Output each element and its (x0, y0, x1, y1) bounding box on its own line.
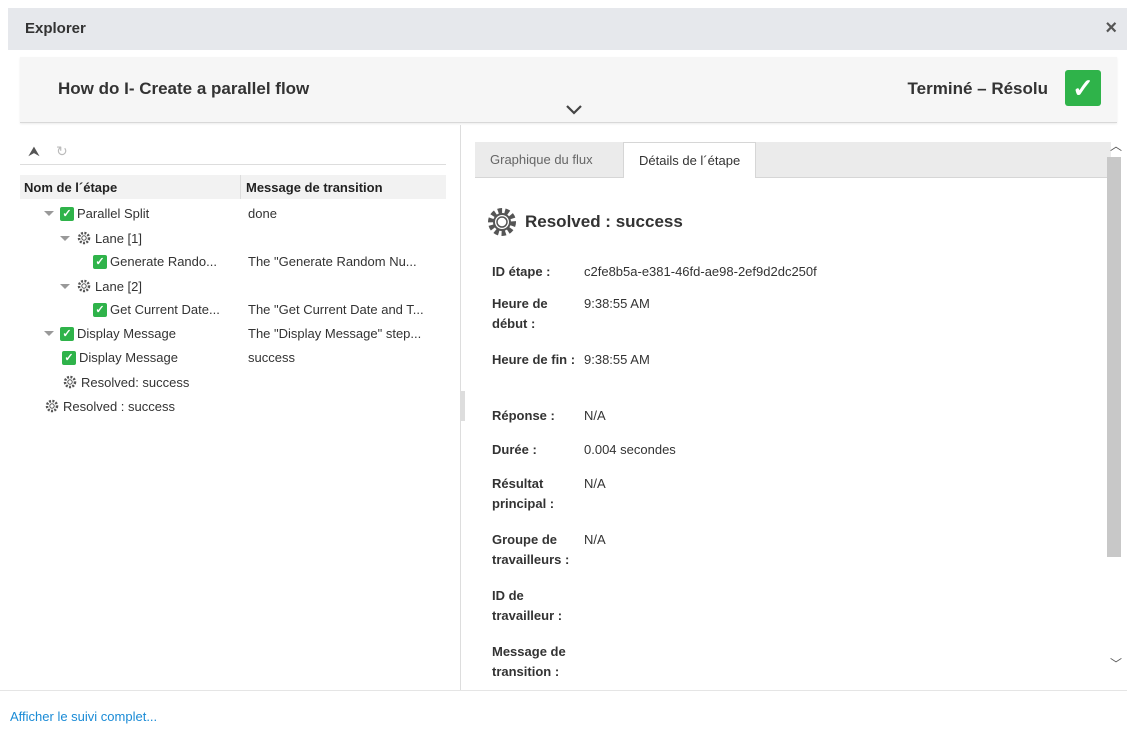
step-message: The "Generate Random Nu... (248, 254, 417, 269)
step-message: success (248, 350, 295, 365)
tab-step-details[interactable]: Détails de l´étape (623, 142, 757, 179)
tree-row[interactable]: ✓ Generate Rando... The "Generate Random… (20, 251, 446, 275)
caret-down-icon[interactable] (44, 331, 54, 336)
field-label: Durée : (492, 442, 537, 457)
column-header-name[interactable]: Nom de l´étape (24, 180, 117, 195)
gear-icon (45, 399, 59, 413)
tree-row[interactable]: ✓ Parallel Split done (20, 203, 446, 227)
details-tabs: Graphique du flux Détails de l´étape (475, 142, 1111, 179)
caret-down-icon[interactable] (44, 211, 54, 216)
check-icon: ✓ (93, 254, 107, 269)
details-heading: Resolved : success (485, 205, 683, 239)
gear-icon (488, 208, 516, 236)
explorer-titlebar: Explorer × (8, 8, 1127, 50)
chevron-down-icon[interactable] (565, 103, 583, 117)
step-name: Get Current Date... (110, 302, 220, 317)
field-label: Réponse : (492, 408, 555, 423)
field-label: ID étape : (492, 264, 551, 279)
step-message: The "Get Current Date and T... (248, 302, 424, 317)
gear-icon (63, 375, 77, 389)
collapse-all-icon[interactable]: ⮝ (28, 143, 40, 160)
step-tree: ✓ Parallel Split done Lane [1] ✓ Generat… (20, 203, 446, 419)
field-value: 9:38:55 AM (584, 296, 650, 311)
step-name: Generate Rando... (110, 254, 217, 269)
column-divider[interactable] (240, 175, 241, 199)
field-label: Heure de fin : (492, 352, 576, 367)
scrollbar-thumb[interactable] (1107, 157, 1121, 557)
scroll-down-icon[interactable]: ﹀ (1110, 655, 1122, 672)
gear-icon (77, 231, 91, 245)
tree-row[interactable]: ✓ Display Message The "Display Message" … (20, 323, 446, 347)
tree-row[interactable]: ✓ Display Message success (20, 347, 446, 371)
tree-row[interactable]: Lane [1] (20, 227, 446, 251)
check-icon: ✓ (93, 302, 107, 317)
tree-row[interactable]: Resolved: success (20, 371, 446, 395)
field-label: Résultat principal : (492, 476, 555, 511)
status-check-icon: ✓ (1065, 70, 1101, 106)
check-icon: ✓ (62, 350, 76, 365)
field-value: c2fe8b5a-e381-46fd-ae98-2ef9d2dc250f (584, 264, 817, 279)
caret-down-icon[interactable] (60, 283, 70, 289)
step-name: Lane [1] (95, 230, 142, 246)
gear-icon (77, 279, 91, 293)
caret-down-icon[interactable] (60, 235, 70, 241)
column-header-message[interactable]: Message de transition (246, 180, 383, 195)
panel-splitter[interactable] (460, 125, 465, 690)
step-name: Display Message (79, 350, 178, 365)
tree-header: Nom de l´étape Message de transition (20, 175, 446, 199)
field-value: 9:38:55 AM (584, 352, 650, 367)
field-value: N/A (584, 532, 606, 547)
field-label: ID de travailleur : (492, 588, 563, 623)
field-value: N/A (584, 476, 606, 491)
splitter-handle[interactable] (461, 391, 465, 421)
scroll-up-icon[interactable]: ︿ (1110, 137, 1122, 154)
flow-status: Terminé – Résolu (907, 79, 1048, 98)
step-name: Resolved : success (63, 398, 175, 414)
step-details-panel: Graphique du flux Détails de l´étape Res… (475, 142, 1111, 690)
field-label: Message de transition : (492, 644, 566, 679)
window-title: Explorer (25, 20, 86, 37)
check-icon: ✓ (60, 206, 74, 221)
replay-icon[interactable]: ↻ (56, 143, 68, 160)
show-full-trace-link[interactable]: Afficher le suivi complet... (10, 709, 157, 724)
step-message: The "Display Message" step... (248, 326, 422, 341)
step-tree-panel: ⮝ ↻ Nom de l´étape Message de transition… (20, 135, 460, 690)
step-details: Resolved : success ID étape : c2fe8b5a-e… (475, 178, 1105, 690)
field-value: 0.004 secondes (584, 442, 676, 457)
step-name: Resolved: success (81, 374, 190, 390)
footer: Afficher le suivi complet... (0, 690, 1127, 730)
tree-row[interactable]: ✓ Get Current Date... The "Get Current D… (20, 299, 446, 323)
details-title: Resolved : success (525, 212, 683, 231)
tree-toolbar: ⮝ ↻ (20, 135, 446, 165)
step-name: Parallel Split (77, 206, 150, 221)
check-icon: ✓ (60, 326, 74, 341)
details-scrollbar[interactable]: ︿ ﹀ (1107, 135, 1123, 672)
tab-flow-graph[interactable]: Graphique du flux (475, 142, 608, 178)
step-message: done (248, 206, 277, 221)
step-name: Display Message (77, 326, 176, 341)
flow-title: How do I- Create a parallel flow (58, 79, 310, 98)
field-label: Heure de début : (492, 296, 548, 331)
tree-row[interactable]: Resolved : success (20, 395, 446, 419)
flow-header: How do I- Create a parallel flow Terminé… (20, 57, 1117, 123)
tree-row[interactable]: Lane [2] (20, 275, 446, 299)
step-name: Lane [2] (95, 278, 142, 294)
field-value: N/A (584, 408, 606, 423)
close-icon[interactable]: × (1105, 18, 1117, 38)
field-label: Groupe de travailleurs : (492, 532, 570, 567)
